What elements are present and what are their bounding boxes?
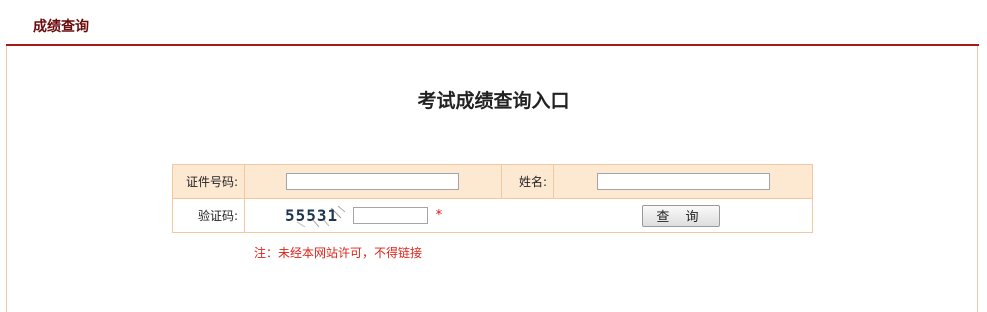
- submit-cell: 查 询: [501, 198, 813, 233]
- id-number-cell: [244, 164, 502, 199]
- captcha-image[interactable]: 55531: [283, 204, 349, 228]
- page-title: 考试成绩查询入口: [417, 90, 570, 112]
- captcha-input[interactable]: [352, 207, 428, 224]
- score-query-page: 成绩查询 考试成绩查询入口 证件号码: 姓名: 验证码: 55531 * 查 询…: [0, 0, 987, 312]
- form-row-captcha: 验证码: 55531 * 查 询: [172, 198, 813, 233]
- name-input[interactable]: [597, 173, 770, 190]
- link-notice: 注：未经本网站许可，不得链接: [254, 246, 423, 260]
- name-label: 姓名:: [501, 164, 554, 199]
- form-row-identity: 证件号码: 姓名:: [172, 164, 813, 199]
- captcha-text: 55531: [285, 205, 339, 225]
- query-form: 证件号码: 姓名: 验证码: 55531 * 查 询: [172, 164, 813, 233]
- id-number-label: 证件号码:: [172, 164, 245, 199]
- captcha-cell: 55531 *: [244, 198, 502, 233]
- captcha-label: 验证码:: [172, 198, 245, 233]
- name-cell: [553, 164, 813, 199]
- id-number-input[interactable]: [286, 173, 459, 190]
- header-tab-title: 成绩查询: [33, 19, 89, 35]
- query-button[interactable]: 查 询: [641, 204, 720, 227]
- required-mark: *: [435, 208, 443, 223]
